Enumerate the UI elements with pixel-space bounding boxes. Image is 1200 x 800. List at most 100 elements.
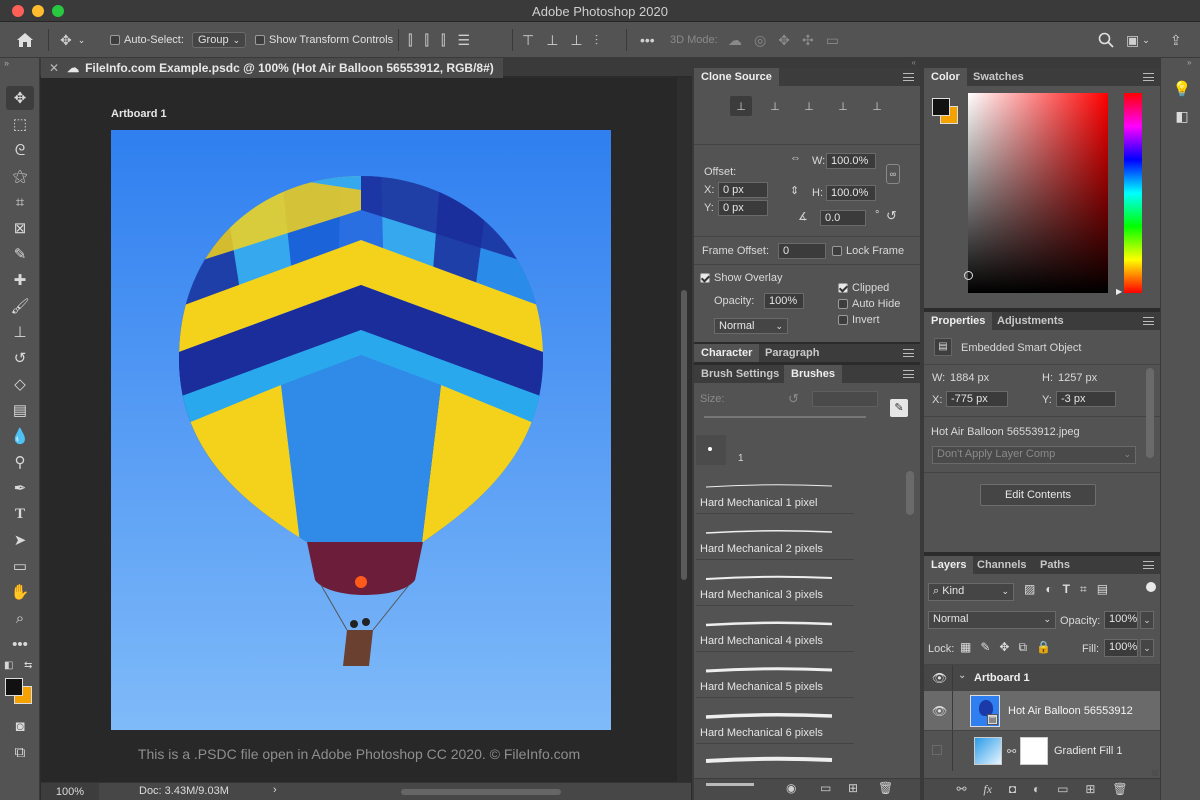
libraries-icon[interactable]: ◧ xyxy=(1171,108,1193,130)
3d-pan-icon[interactable]: ✥ xyxy=(778,33,790,47)
canvas-scroll-thumb[interactable] xyxy=(681,290,687,580)
flip-vertical-icon[interactable]: ⇕ xyxy=(790,184,799,197)
lock-frame-checkbox[interactable]: Lock Frame xyxy=(832,245,904,257)
dodge-tool-icon[interactable]: ⚲ xyxy=(6,450,34,474)
distribute-icon[interactable]: ☰ xyxy=(457,33,470,47)
frame-tool-icon[interactable]: ⊠ xyxy=(6,216,34,240)
doc-size-info[interactable]: Doc: 3.43M/9.03M xyxy=(139,785,229,797)
panel-menu-icon[interactable] xyxy=(1143,73,1154,81)
brush-item-1[interactable]: Hard Mechanical 1 pixel xyxy=(696,469,854,514)
search-icon[interactable] xyxy=(1098,22,1114,58)
brush-size-slider[interactable] xyxy=(704,416,866,418)
brush-item-6[interactable]: Hard Mechanical 6 pixels xyxy=(696,699,854,744)
brush-size-field[interactable] xyxy=(812,391,878,407)
align-center-icon[interactable]: ⫿ xyxy=(424,33,428,47)
canvas-vertical-scrollbar[interactable] xyxy=(677,78,691,782)
show-overlay-checkbox[interactable]: Show Overlay xyxy=(700,272,782,284)
layer-style-icon[interactable]: fx xyxy=(983,782,992,797)
hue-slider[interactable] xyxy=(1124,93,1142,293)
zoom-level[interactable]: 100% xyxy=(41,783,99,800)
status-menu-arrow-icon[interactable]: › xyxy=(273,784,277,796)
clone-source-1-icon[interactable]: ⊥ xyxy=(730,96,752,116)
new-group-icon[interactable]: ▭ xyxy=(820,781,831,795)
expand-chevron-icon[interactable]: ⌄ xyxy=(958,670,966,681)
collapse-toolbox-icon[interactable]: » xyxy=(4,58,9,68)
canvas-area[interactable]: Artboard 1 This is a .PSDC file open in … xyxy=(41,78,689,782)
visibility-toggle-empty[interactable] xyxy=(932,745,942,755)
properties-y-field[interactable]: -3 px xyxy=(1056,391,1116,407)
move-tool-icon[interactable]: ✥ xyxy=(6,86,34,110)
add-mask-icon[interactable]: ◘ xyxy=(1009,782,1016,797)
reset-brush-size-icon[interactable]: ↺ xyxy=(788,391,799,407)
tab-brush-settings[interactable]: Brush Settings xyxy=(694,365,786,383)
auto-select-checkbox[interactable]: Auto-Select: xyxy=(110,22,184,58)
tab-properties[interactable]: Properties xyxy=(924,312,993,330)
delete-brush-icon[interactable]: 🗑 xyxy=(878,781,893,795)
auto-select-dropdown[interactable]: Group ⌄ xyxy=(192,22,247,58)
canvas-horizontal-scroll-thumb[interactable] xyxy=(401,789,561,795)
link-layers-icon[interactable]: ⚯ xyxy=(956,782,966,797)
clipped-checkbox[interactable]: Clipped xyxy=(838,282,889,294)
magic-wand-tool-icon[interactable]: ⚝ xyxy=(6,164,34,188)
filter-shape-icon[interactable]: ⌗ xyxy=(1080,582,1087,597)
frame-offset-field[interactable]: 0 xyxy=(778,243,826,259)
history-brush-tool-icon[interactable]: ↺ xyxy=(6,346,34,370)
brush-item-4[interactable]: Hard Mechanical 4 pixels xyxy=(696,607,854,652)
overlay-blend-dropdown[interactable]: Normal ⌄ xyxy=(714,318,788,334)
properties-x-field[interactable]: -775 px xyxy=(946,391,1008,407)
tab-character[interactable]: Character xyxy=(694,344,760,362)
eyedropper-tool-icon[interactable]: ✎ xyxy=(6,242,34,266)
layer-opacity-field[interactable]: 100% xyxy=(1104,611,1138,629)
lock-position-icon[interactable]: ✥ xyxy=(999,640,1009,655)
reset-transform-icon[interactable]: ↺ xyxy=(886,208,897,224)
brush-item-3[interactable]: Hard Mechanical 3 pixels xyxy=(696,561,854,606)
healing-brush-tool-icon[interactable]: ✚ xyxy=(6,268,34,292)
eraser-tool-icon[interactable]: ◇ xyxy=(6,372,34,396)
flip-horizontal-icon[interactable]: ⇔ xyxy=(790,152,801,164)
quick-mask-icon[interactable]: ◙ xyxy=(6,714,34,738)
brush-item-5[interactable]: Hard Mechanical 5 pixels xyxy=(696,653,854,698)
rectangle-tool-icon[interactable]: ▭ xyxy=(6,554,34,578)
marquee-tool-icon[interactable]: ⬚ xyxy=(6,112,34,136)
color-foreground-swatch[interactable] xyxy=(932,98,950,116)
offset-x-field[interactable]: 0 px xyxy=(718,182,768,198)
3d-slide-icon[interactable]: ✣ xyxy=(802,33,814,47)
share-icon[interactable]: ⇪ xyxy=(1170,22,1182,58)
brush-tool-icon[interactable]: 🖌 xyxy=(6,294,34,318)
artboard-image[interactable] xyxy=(111,130,611,730)
tab-layers[interactable]: Layers xyxy=(924,556,974,574)
type-tool-icon[interactable]: T xyxy=(6,502,34,526)
color-picker-marker[interactable] xyxy=(964,271,973,280)
blur-tool-icon[interactable]: 💧 xyxy=(6,424,34,448)
collapse-dock-icon[interactable]: » xyxy=(1187,58,1191,67)
more-options-icon[interactable]: ••• xyxy=(640,22,655,58)
move-tool-preset-icon[interactable]: ✥ ⌄ xyxy=(60,22,85,58)
edit-contents-button[interactable]: Edit Contents xyxy=(980,484,1096,506)
visibility-eye-icon[interactable]: 👁 xyxy=(932,704,947,718)
lock-all-icon[interactable]: 🔒 xyxy=(1036,640,1051,655)
align-bottom-icon[interactable]: ⊥ xyxy=(570,33,582,47)
hand-tool-icon[interactable]: ✋ xyxy=(6,580,34,604)
layer-row-gradient-fill[interactable]: ⚯ Gradient Fill 1 xyxy=(924,730,1160,771)
angle-field[interactable]: 0.0 xyxy=(820,210,866,226)
filter-smart-object-icon[interactable]: ▤ xyxy=(1097,582,1108,597)
pen-tool-icon[interactable]: ✒ xyxy=(6,476,34,500)
panel-menu-icon[interactable] xyxy=(903,349,914,357)
panel-menu-icon[interactable] xyxy=(903,73,914,81)
zoom-tool-icon[interactable]: ⌕ xyxy=(6,606,34,630)
swap-colors-icon[interactable]: ⇆ xyxy=(24,660,32,671)
home-icon[interactable] xyxy=(16,22,34,58)
align-left-icon[interactable]: ⫿ xyxy=(408,33,412,47)
3d-orbit-icon[interactable]: ☁ xyxy=(728,33,742,47)
artboard-label[interactable]: Artboard 1 xyxy=(111,108,167,120)
tab-paragraph[interactable]: Paragraph xyxy=(758,344,826,362)
crop-tool-icon[interactable]: ⌗ xyxy=(6,190,34,214)
hue-slider-marker[interactable]: ▶ xyxy=(1116,287,1122,296)
align-middle-icon[interactable]: ⊥ xyxy=(546,33,558,47)
panel-menu-icon[interactable] xyxy=(1143,317,1154,325)
lock-image-icon[interactable]: ✎ xyxy=(980,640,990,655)
offset-y-field[interactable]: 0 px xyxy=(718,200,768,216)
gradient-tool-icon[interactable]: ▤ xyxy=(6,398,34,422)
tab-paths[interactable]: Paths xyxy=(1033,556,1077,574)
brush-preset-tip[interactable] xyxy=(696,435,726,465)
